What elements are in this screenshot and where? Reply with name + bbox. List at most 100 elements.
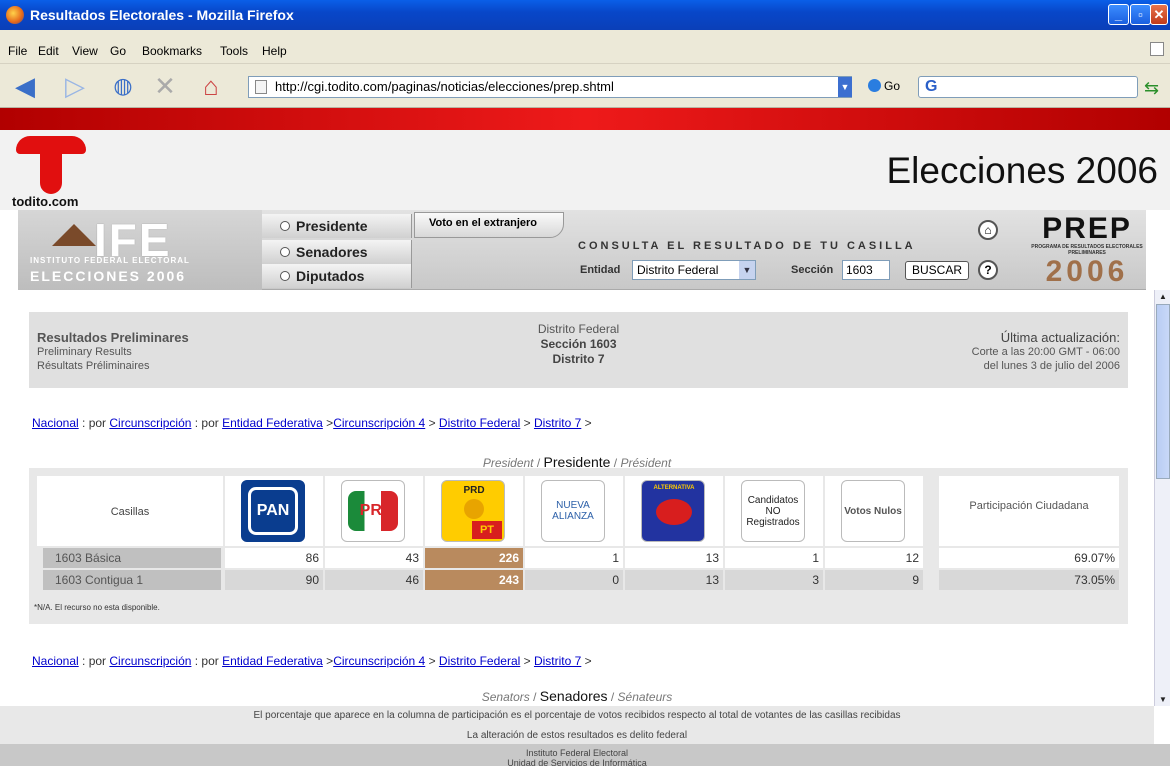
menu-file[interactable]: File xyxy=(8,44,27,58)
help-icon[interactable]: ? xyxy=(978,260,998,280)
vote-cell: 243 xyxy=(425,570,523,590)
go-icon xyxy=(868,79,881,92)
crumb-nacional[interactable]: Nacional xyxy=(32,654,79,668)
ife-banner: IFE INSTITUTO FEDERAL ELECTORAL ELECCION… xyxy=(18,210,1146,290)
buscar-button[interactable]: BUSCAR xyxy=(905,261,969,280)
url-bar[interactable]: http://cgi.todito.com/paginas/noticias/e… xyxy=(248,76,852,98)
pri-logo-icon: PRI xyxy=(341,480,405,542)
reload-icon[interactable]: ◍ xyxy=(108,71,138,101)
seccion-input[interactable]: 1603 xyxy=(842,260,890,280)
entidad-select[interactable]: Distrito Federal ▼ xyxy=(632,260,756,280)
vote-cell: 12 xyxy=(825,548,923,568)
nulos-header: Votos Nulos xyxy=(825,476,923,546)
radio-icon xyxy=(280,247,290,257)
ife-logo: IFE INSTITUTO FEDERAL ELECTORAL ELECCION… xyxy=(18,210,262,290)
radio-icon xyxy=(280,271,290,281)
navigation-toolbar: ◀ ▷ ◍ ✕ ⌂ http://cgi.todito.com/paginas/… xyxy=(0,64,1170,108)
menu-go[interactable]: Go xyxy=(110,44,126,58)
vote-cell: 90 xyxy=(225,570,323,590)
vote-cell: 9 xyxy=(825,570,923,590)
crumb-nacional[interactable]: Nacional xyxy=(32,416,79,430)
menu-tools[interactable]: Tools xyxy=(220,44,248,58)
vote-cell: 3 xyxy=(725,570,823,590)
todito-logo[interactable] xyxy=(16,136,86,194)
crumb-circ4[interactable]: Circunscripción 4 xyxy=(333,416,425,430)
chevron-down-icon: ▼ xyxy=(739,261,755,279)
crumb-entidad[interactable]: Entidad Federativa xyxy=(222,654,323,668)
crumb-d7[interactable]: Distrito 7 xyxy=(534,416,581,430)
party-pan-cell: PAN xyxy=(225,476,323,546)
back-icon[interactable]: ◀ xyxy=(10,71,40,101)
sidebar-icon[interactable]: ⇆ xyxy=(1144,78,1166,98)
page-title: Elecciones 2006 xyxy=(886,150,1158,191)
row-label: 1603 Contigua 1 xyxy=(43,570,221,590)
crumb-d7[interactable]: Distrito 7 xyxy=(534,654,581,668)
breadcrumb: Nacional : por Circunscripción : por Ent… xyxy=(32,416,592,430)
window-title: Resultados Electorales - Mozilla Firefox xyxy=(30,7,294,23)
site-header: todito.com Elecciones 2006 xyxy=(0,130,1170,210)
firefox-icon xyxy=(6,6,24,24)
url-text: http://cgi.todito.com/paginas/noticias/e… xyxy=(275,79,614,94)
party-alternativa-cell: ALTERNATIVA xyxy=(625,476,723,546)
url-dropdown-icon[interactable]: ▼ xyxy=(838,77,852,97)
page-footer: El porcentaje que aparece en la columna … xyxy=(0,706,1170,766)
crumb-circunscripcion[interactable]: Circunscripción xyxy=(109,654,191,668)
close-button[interactable]: ✕ xyxy=(1150,4,1168,25)
nav-presidente[interactable]: Presidente xyxy=(262,214,412,238)
nav-senadores[interactable]: Senadores xyxy=(262,240,412,264)
crumb-circ4[interactable]: Circunscripción 4 xyxy=(333,654,425,668)
nav-diputados[interactable]: Diputados xyxy=(262,264,412,288)
vote-cell: 43 xyxy=(325,548,423,568)
party-nueva-alianza-cell: NUEVA ALIANZA xyxy=(525,476,623,546)
crumb-df[interactable]: Distrito Federal xyxy=(439,654,520,668)
vote-cell: 13 xyxy=(625,570,723,590)
maximize-button[interactable]: ▫ xyxy=(1130,4,1151,25)
minimize-button[interactable]: _ xyxy=(1108,4,1129,25)
vote-cell: 13 xyxy=(625,548,723,568)
menu-view[interactable]: View xyxy=(72,44,98,58)
red-banner xyxy=(0,108,1170,130)
vote-cell: 46 xyxy=(325,570,423,590)
participacion-cell: 69.07% xyxy=(939,548,1119,568)
participacion-header: Participación Ciudadana xyxy=(939,476,1119,546)
info-box: Resultados Preliminares Preliminary Resu… xyxy=(29,312,1128,388)
browser-window: Resultados Electorales - Mozilla Firefox… xyxy=(0,0,1170,766)
search-box[interactable]: G xyxy=(918,76,1138,98)
menu-bar: File Edit View Go Bookmarks Tools Help xyxy=(0,30,1170,64)
scroll-up-icon[interactable]: ▲ xyxy=(1156,290,1170,303)
senadores-heading: Senators / Senadores / Sénateurs xyxy=(481,688,673,704)
menu-edit[interactable]: Edit xyxy=(38,44,59,58)
alternativa-logo-icon: ALTERNATIVA xyxy=(641,480,705,542)
stop-icon[interactable]: ✕ xyxy=(150,71,180,101)
vote-cell: 86 xyxy=(225,548,323,568)
row-label: 1603 Básica xyxy=(43,548,221,568)
vote-cell: 226 xyxy=(425,548,523,568)
prep-logo: PREP PROGRAMA DE RESULTADOS ELECTORALES … xyxy=(1031,212,1143,288)
title-bar: Resultados Electorales - Mozilla Firefox… xyxy=(0,0,1170,30)
no-registrados-header: Candidatos NO Registrados xyxy=(725,476,823,546)
menu-bookmarks[interactable]: Bookmarks xyxy=(142,44,202,58)
home-icon[interactable]: ⌂ xyxy=(978,220,998,240)
home-icon[interactable]: ⌂ xyxy=(196,71,226,101)
voto-extranjero-tab[interactable]: Voto en el extranjero xyxy=(414,212,564,238)
footnote: *N/A. El recurso no esta disponible. xyxy=(34,603,160,612)
crumb-entidad[interactable]: Entidad Federativa xyxy=(222,416,323,430)
entidad-label: Entidad xyxy=(580,264,621,276)
vote-cell: 1 xyxy=(525,548,623,568)
scroll-thumb[interactable] xyxy=(1156,304,1170,479)
go-button[interactable]: Go xyxy=(868,79,900,93)
results-content: Resultados Preliminares Preliminary Resu… xyxy=(0,290,1154,706)
casillas-header: Casillas xyxy=(37,476,223,546)
scroll-down-icon[interactable]: ▼ xyxy=(1156,693,1170,706)
menu-help[interactable]: Help xyxy=(262,44,287,58)
todito-logo-text: todito.com xyxy=(12,194,79,209)
vertical-scrollbar[interactable]: ▲ ▼ xyxy=(1154,290,1170,706)
page-icon xyxy=(1150,42,1164,56)
crumb-df[interactable]: Distrito Federal xyxy=(439,416,520,430)
forward-icon[interactable]: ▷ xyxy=(60,71,90,101)
breadcrumb: Nacional : por Circunscripción : por Ent… xyxy=(32,654,592,668)
vote-cell: 1 xyxy=(725,548,823,568)
consulta-heading: CONSULTA EL RESULTADO DE TU CASILLA xyxy=(578,240,916,252)
seccion-label: Sección xyxy=(791,264,834,276)
crumb-circunscripcion[interactable]: Circunscripción xyxy=(109,416,191,430)
